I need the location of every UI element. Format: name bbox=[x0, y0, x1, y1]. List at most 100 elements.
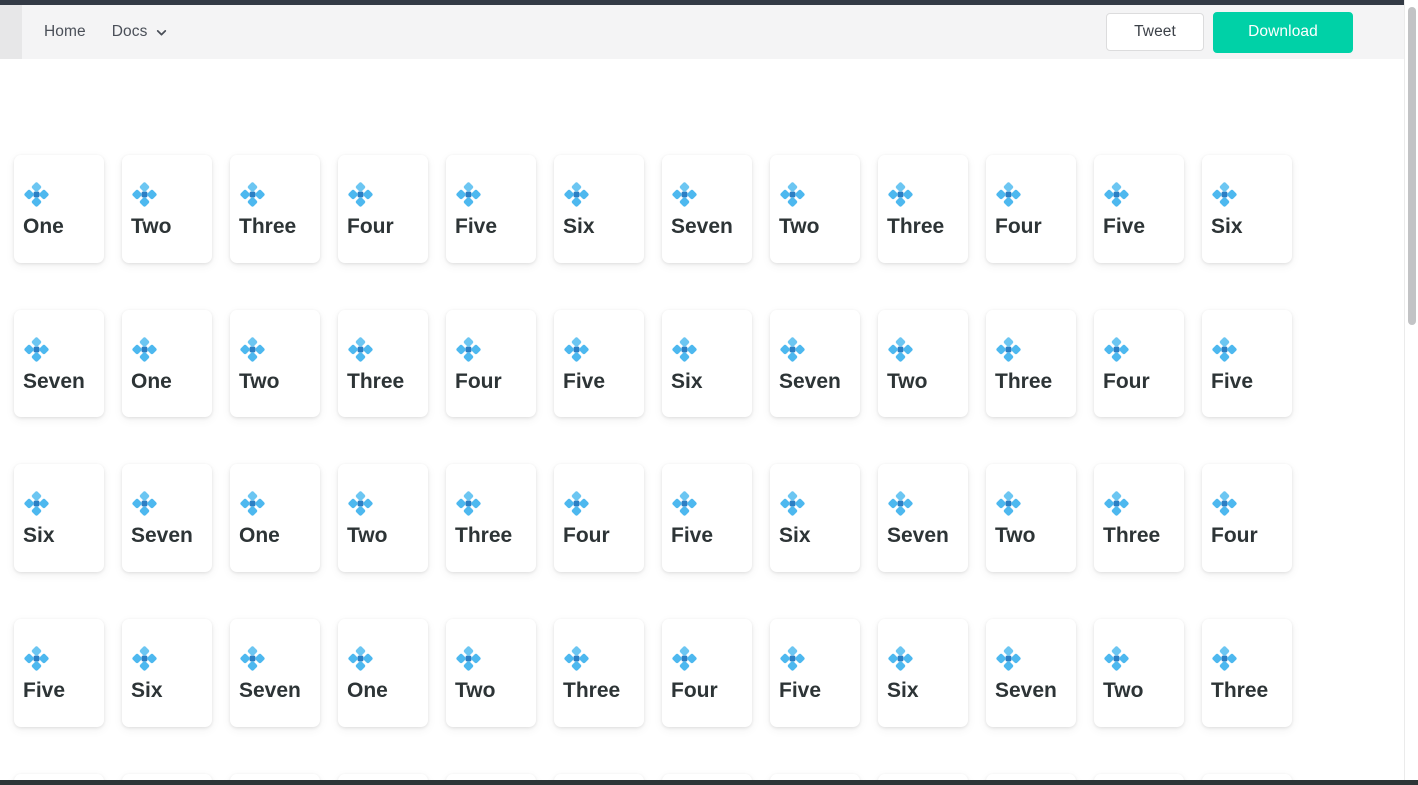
card-label: Five bbox=[563, 369, 606, 393]
card-item[interactable]: Five bbox=[1094, 155, 1184, 263]
card-label: Six bbox=[887, 679, 919, 703]
card-item[interactable]: Four bbox=[1202, 464, 1292, 573]
card-label: Seven bbox=[887, 524, 949, 548]
diamond-cluster-icon bbox=[995, 645, 1022, 672]
nav-dropdown-docs[interactable]: Docs bbox=[102, 17, 179, 47]
card-label: Three bbox=[887, 215, 945, 238]
diamond-cluster-icon bbox=[455, 490, 482, 517]
card-label: Six bbox=[23, 524, 55, 548]
card-item[interactable]: One bbox=[230, 464, 320, 573]
card-item[interactable]: Three bbox=[230, 155, 320, 263]
card-item[interactable]: Four bbox=[1094, 309, 1184, 418]
card-label: Seven bbox=[23, 369, 85, 393]
tweet-button[interactable]: Tweet bbox=[1106, 13, 1204, 51]
diamond-cluster-icon bbox=[671, 645, 698, 672]
card-item[interactable]: One bbox=[338, 619, 428, 727]
diamond-cluster-icon bbox=[347, 336, 374, 363]
card-item[interactable]: Two bbox=[878, 309, 968, 418]
diamond-cluster-icon bbox=[23, 181, 50, 208]
chevron-down-icon bbox=[155, 26, 168, 39]
card-label: Five bbox=[1211, 369, 1254, 393]
card-label: Four bbox=[455, 369, 502, 393]
card-item[interactable]: Two bbox=[338, 464, 428, 573]
diamond-cluster-icon bbox=[995, 336, 1022, 363]
card-label: Seven bbox=[671, 215, 733, 238]
card-label: Five bbox=[455, 215, 498, 238]
card-item[interactable]: Two bbox=[122, 155, 212, 263]
card-item[interactable]: Six bbox=[986, 773, 1076, 780]
card-label: Three bbox=[239, 215, 297, 238]
app-root: Home Docs Tweet Download One Two Three Four… bbox=[0, 0, 1418, 785]
card-item[interactable]: Four bbox=[662, 619, 752, 727]
card-item[interactable]: Six bbox=[14, 464, 104, 573]
card-item[interactable]: Three bbox=[1094, 464, 1184, 573]
card-item[interactable]: Seven bbox=[986, 619, 1076, 727]
card-label: Seven bbox=[779, 369, 841, 393]
card-item[interactable]: Four bbox=[986, 155, 1076, 263]
card-item[interactable]: Three bbox=[878, 155, 968, 263]
download-button[interactable]: Download bbox=[1213, 11, 1353, 53]
card-item[interactable]: Three bbox=[986, 309, 1076, 418]
card-item[interactable]: Six bbox=[878, 619, 968, 727]
diamond-cluster-icon bbox=[131, 181, 158, 208]
card-item[interactable]: Six bbox=[554, 155, 644, 263]
card-item[interactable]: Two bbox=[554, 773, 644, 780]
card-item[interactable]: Five bbox=[662, 464, 752, 573]
card-item[interactable]: Three bbox=[662, 773, 752, 780]
card-label: Three bbox=[1103, 524, 1161, 548]
card-item[interactable]: One bbox=[14, 155, 104, 263]
card-item[interactable]: Five bbox=[122, 773, 212, 780]
card-item[interactable]: Four bbox=[338, 155, 428, 263]
card-item[interactable]: Four bbox=[446, 309, 536, 418]
card-label: Two bbox=[995, 524, 1036, 548]
card-label: Three bbox=[995, 369, 1053, 393]
card-item[interactable]: Seven bbox=[1094, 773, 1184, 780]
diamond-cluster-icon bbox=[239, 336, 266, 363]
card-item[interactable]: Six bbox=[770, 464, 860, 573]
card-item[interactable]: Four bbox=[554, 464, 644, 573]
card-item[interactable]: Three bbox=[338, 309, 428, 418]
top-navbar: Home Docs Tweet Download bbox=[0, 5, 1418, 59]
diamond-cluster-icon bbox=[1211, 181, 1238, 208]
card-item[interactable]: Five bbox=[770, 619, 860, 727]
card-label: Five bbox=[1103, 215, 1146, 238]
card-item[interactable]: Four bbox=[14, 773, 104, 780]
card-item[interactable]: Six bbox=[1202, 155, 1292, 263]
card-item[interactable]: Two bbox=[446, 619, 536, 727]
card-item[interactable]: Three bbox=[554, 619, 644, 727]
card-item[interactable]: Seven bbox=[338, 773, 428, 780]
card-item[interactable]: One bbox=[122, 309, 212, 418]
vertical-scrollbar[interactable] bbox=[1404, 0, 1418, 780]
card-item[interactable]: Six bbox=[662, 309, 752, 418]
card-item[interactable]: Two bbox=[230, 309, 320, 418]
card-label: Three bbox=[563, 679, 621, 703]
card-label: Four bbox=[995, 215, 1042, 238]
card-item[interactable]: Four bbox=[770, 773, 860, 780]
card-item[interactable]: Five bbox=[14, 619, 104, 727]
diamond-cluster-icon bbox=[671, 336, 698, 363]
card-item[interactable]: Seven bbox=[770, 309, 860, 418]
card-item[interactable]: Five bbox=[1202, 309, 1292, 418]
card-label: Four bbox=[671, 679, 718, 703]
card-item[interactable]: Two bbox=[1202, 773, 1292, 780]
card-item[interactable]: Five bbox=[554, 309, 644, 418]
card-item[interactable]: Five bbox=[878, 773, 968, 780]
card-item[interactable]: Seven bbox=[122, 464, 212, 573]
card-item[interactable]: Seven bbox=[662, 155, 752, 263]
card-item[interactable]: Seven bbox=[878, 464, 968, 573]
diamond-cluster-icon bbox=[563, 336, 590, 363]
card-item[interactable]: Three bbox=[446, 464, 536, 573]
card-item[interactable]: Two bbox=[1094, 619, 1184, 727]
card-item[interactable]: Five bbox=[446, 155, 536, 263]
card-item[interactable]: Two bbox=[986, 464, 1076, 573]
scrollbar-thumb[interactable] bbox=[1408, 7, 1416, 325]
card-item[interactable]: Two bbox=[770, 155, 860, 263]
card-item[interactable]: Seven bbox=[230, 619, 320, 727]
card-item[interactable]: Three bbox=[1202, 619, 1292, 727]
card-item[interactable]: Seven bbox=[14, 309, 104, 418]
card-item[interactable]: Six bbox=[230, 773, 320, 780]
card-item[interactable]: One bbox=[446, 773, 536, 780]
nav-link-home[interactable]: Home bbox=[34, 17, 96, 47]
card-label: Five bbox=[671, 524, 714, 548]
card-item[interactable]: Six bbox=[122, 619, 212, 727]
